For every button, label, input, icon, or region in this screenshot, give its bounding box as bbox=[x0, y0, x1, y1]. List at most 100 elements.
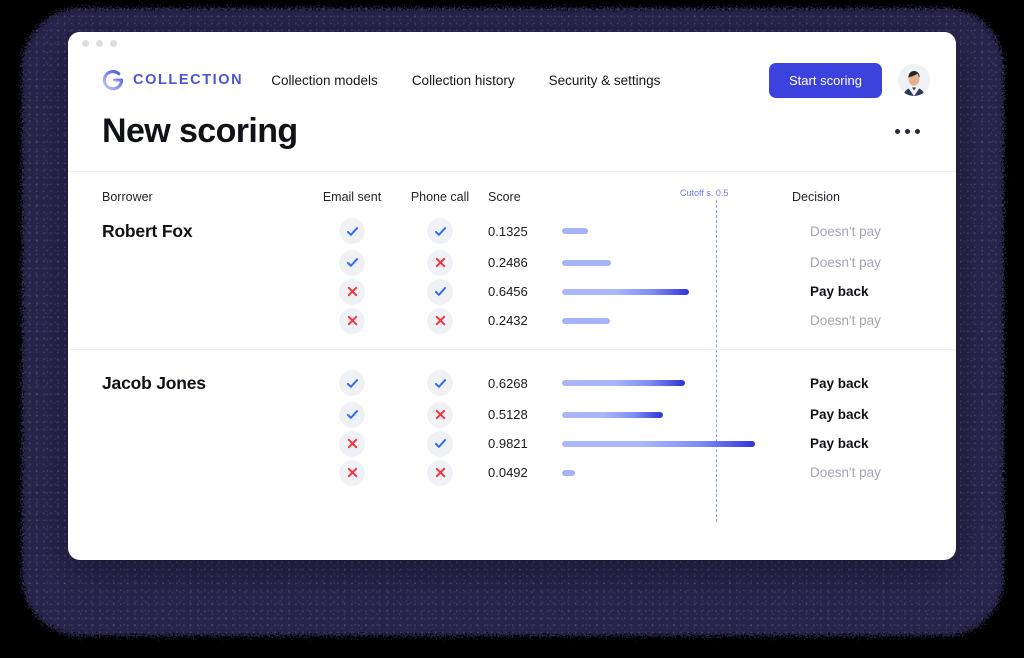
email-sent-cell bbox=[308, 370, 396, 396]
borrower-name: Robert Fox bbox=[102, 220, 193, 241]
nav-links: Collection models Collection history Sec… bbox=[271, 73, 660, 88]
cross-icon-email-sent[interactable] bbox=[339, 430, 365, 457]
check-icon-email-sent[interactable] bbox=[339, 249, 365, 276]
window-dot-minimize[interactable] bbox=[96, 39, 103, 47]
window-dot-maximize[interactable] bbox=[110, 39, 117, 47]
score-value: 0.6268 bbox=[488, 375, 528, 391]
scoring-table: Borrower Email sent Phone call Score Dec… bbox=[68, 172, 956, 522]
decision-value: Pay back bbox=[810, 375, 869, 391]
column-header-borrower: Borrower bbox=[102, 190, 153, 204]
score-bar bbox=[562, 469, 575, 476]
score-value: 0.6456 bbox=[488, 284, 528, 299]
phone-call-cell bbox=[396, 370, 484, 396]
ellipsis-horizontal-icon[interactable] bbox=[889, 123, 926, 140]
score-value: 0.2486 bbox=[488, 255, 528, 270]
score-bar-cell bbox=[562, 405, 792, 425]
score-bar bbox=[562, 228, 589, 234]
phone-call-cell bbox=[396, 430, 484, 457]
table-body: Robert Fox 0.1325 Doesn't pay 0.2486 Doesn't… bbox=[68, 214, 956, 487]
table-row[interactable]: 0.6456 Pay back bbox=[102, 277, 926, 306]
email-sent-cell bbox=[308, 401, 396, 428]
check-icon-email-sent[interactable] bbox=[339, 401, 365, 428]
decision-value: Pay back bbox=[810, 407, 869, 422]
window-dot-close[interactable] bbox=[82, 39, 89, 47]
email-sent-cell bbox=[308, 307, 396, 334]
decision-value: Doesn't pay bbox=[810, 255, 881, 270]
check-icon-phone-call[interactable] bbox=[427, 278, 453, 305]
check-icon-email-sent[interactable] bbox=[339, 218, 365, 244]
page-header: New scoring bbox=[68, 106, 956, 172]
browser-window: COLLECTION Collection models Collection … bbox=[68, 32, 956, 560]
top-navigation-bar: COLLECTION Collection models Collection … bbox=[68, 54, 956, 106]
score-bar-cell bbox=[562, 373, 792, 393]
cross-icon-phone-call[interactable] bbox=[427, 459, 453, 486]
borrower-name: Jacob Jones bbox=[102, 372, 206, 393]
column-header-phone-call: Phone call bbox=[410, 190, 470, 204]
phone-call-cell bbox=[396, 218, 484, 244]
table-header-row: Borrower Email sent Phone call Score Dec… bbox=[68, 172, 956, 214]
borrower-group: Jacob Jones 0.6268 Pay back 0.5128 Pay back 0… bbox=[68, 349, 956, 487]
start-scoring-button[interactable]: Start scoring bbox=[769, 62, 882, 98]
score-bar-cell bbox=[562, 311, 792, 331]
score-bar-cell bbox=[562, 463, 792, 483]
table-row[interactable]: 0.5128 Pay back bbox=[102, 400, 926, 429]
decision-value: Doesn't pay bbox=[810, 223, 881, 239]
check-icon-phone-call[interactable] bbox=[427, 370, 453, 396]
score-bar bbox=[562, 317, 610, 324]
decision-value: Doesn't pay bbox=[810, 465, 881, 480]
score-value: 0.0492 bbox=[488, 465, 528, 480]
table-row[interactable]: Robert Fox 0.1325 Doesn't pay bbox=[102, 214, 926, 248]
score-value: 0.9821 bbox=[488, 436, 528, 451]
window-chrome-bar bbox=[68, 32, 956, 54]
page-title: New scoring bbox=[102, 112, 298, 150]
brand-name: COLLECTION bbox=[133, 72, 244, 88]
phone-call-cell bbox=[396, 307, 484, 334]
decision-value: Pay back bbox=[810, 436, 869, 451]
column-header-score: Score bbox=[488, 190, 521, 204]
check-icon-phone-call[interactable] bbox=[427, 218, 453, 244]
score-bar-cell bbox=[562, 253, 792, 273]
cross-icon-email-sent[interactable] bbox=[339, 278, 365, 305]
cross-icon-phone-call[interactable] bbox=[427, 249, 453, 276]
score-bar-cell bbox=[562, 434, 792, 454]
decision-value: Doesn't pay bbox=[810, 313, 881, 328]
borrower-group: Robert Fox 0.1325 Doesn't pay 0.2486 Doesn't… bbox=[68, 214, 956, 335]
nav-link-collection-models[interactable]: Collection models bbox=[271, 73, 378, 88]
user-avatar[interactable] bbox=[898, 64, 930, 96]
cross-icon-email-sent[interactable] bbox=[339, 307, 365, 334]
cross-icon-email-sent[interactable] bbox=[339, 459, 365, 486]
scene: COLLECTION Collection models Collection … bbox=[0, 0, 1024, 658]
score-bar bbox=[562, 259, 611, 266]
score-bar-cell bbox=[562, 221, 792, 241]
table-row[interactable]: 0.0492 Doesn't pay bbox=[102, 458, 926, 487]
cross-icon-phone-call[interactable] bbox=[427, 307, 453, 334]
email-sent-cell bbox=[308, 218, 396, 244]
nav-link-security-settings[interactable]: Security & settings bbox=[549, 73, 661, 88]
brand-logo[interactable]: COLLECTION bbox=[102, 69, 243, 91]
score-value: 0.1325 bbox=[488, 223, 528, 239]
nav-right-actions: Start scoring bbox=[769, 62, 930, 98]
email-sent-cell bbox=[308, 459, 396, 486]
score-bar bbox=[562, 440, 756, 447]
score-bar bbox=[562, 288, 690, 295]
score-bar bbox=[562, 411, 664, 418]
cutoff-label: Cutoff s. 0.5 bbox=[680, 188, 729, 198]
phone-call-cell bbox=[396, 459, 484, 486]
cross-icon-phone-call[interactable] bbox=[427, 401, 453, 428]
table-row[interactable]: Jacob Jones 0.6268 Pay back bbox=[102, 366, 926, 400]
column-header-email-sent: Email sent bbox=[322, 190, 382, 204]
table-row[interactable]: 0.9821 Pay back bbox=[102, 429, 926, 458]
score-value: 0.5128 bbox=[488, 407, 528, 422]
g-logo-icon bbox=[102, 69, 124, 91]
email-sent-cell bbox=[308, 430, 396, 457]
nav-link-collection-history[interactable]: Collection history bbox=[412, 73, 515, 88]
phone-call-cell bbox=[396, 401, 484, 428]
table-row[interactable]: 0.2486 Doesn't pay bbox=[102, 248, 926, 277]
phone-call-cell bbox=[396, 278, 484, 305]
table-row[interactable]: 0.2432 Doesn't pay bbox=[102, 306, 926, 335]
check-icon-email-sent[interactable] bbox=[339, 370, 365, 396]
score-bar-cell bbox=[562, 282, 792, 302]
email-sent-cell bbox=[308, 249, 396, 276]
score-bar bbox=[562, 380, 686, 386]
check-icon-phone-call[interactable] bbox=[427, 430, 453, 457]
